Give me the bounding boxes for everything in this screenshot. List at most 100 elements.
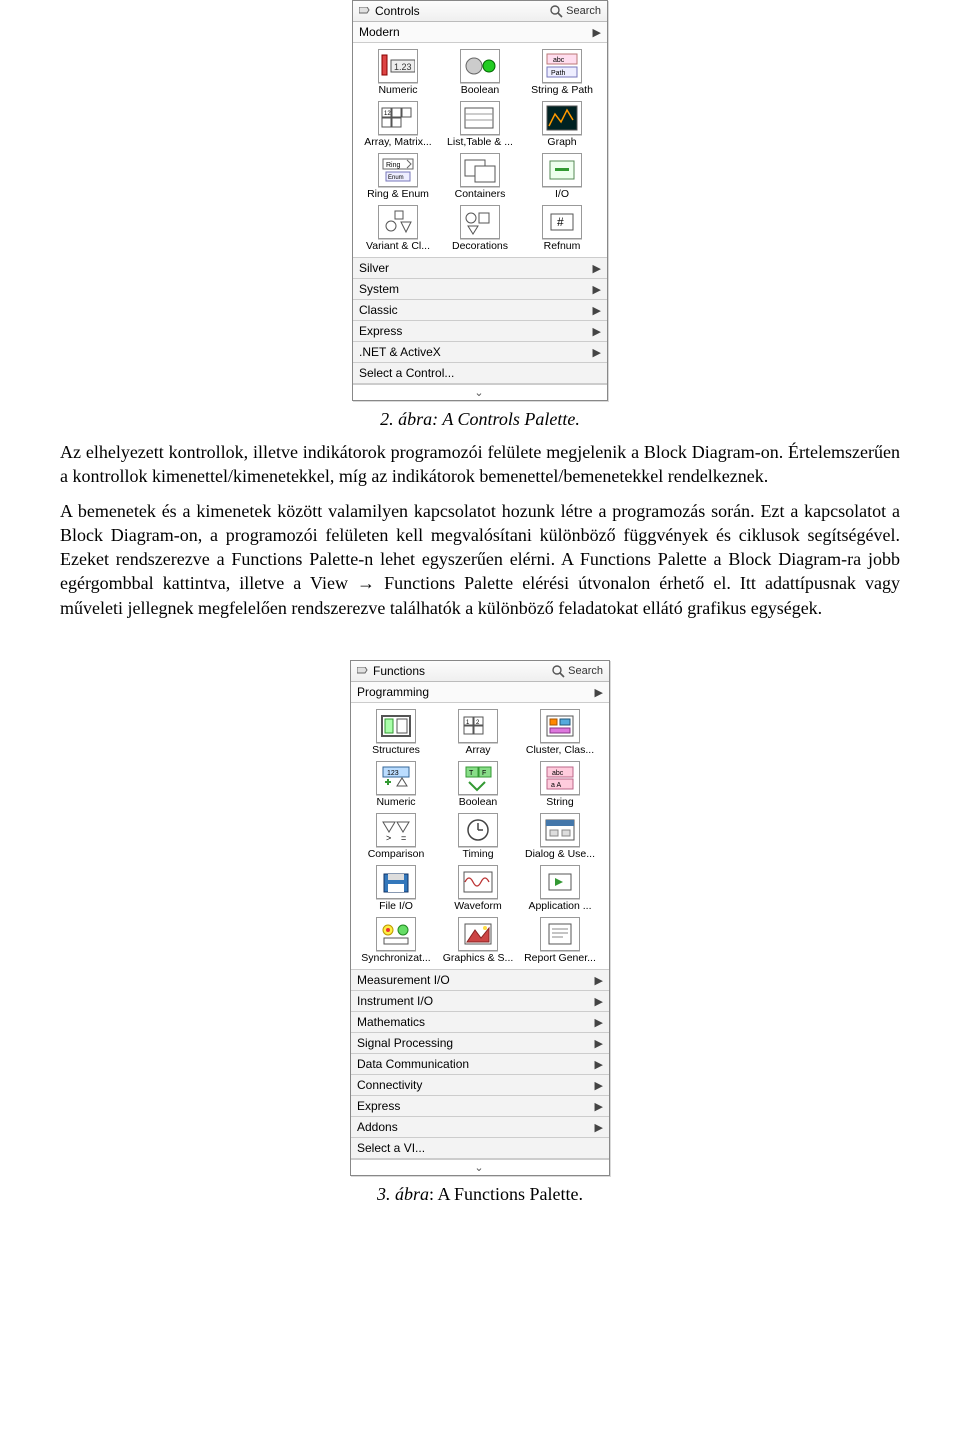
fnumeric-icon — [376, 761, 416, 795]
timing-icon — [458, 813, 498, 847]
item-label: List,Table & ... — [447, 137, 513, 151]
refnum-icon — [542, 205, 582, 239]
gfx-icon — [458, 917, 498, 951]
functions-item-fnumeric[interactable]: Numeric — [357, 761, 435, 811]
controls-item-list[interactable]: List,Table & ... — [441, 101, 519, 151]
chevron-right-icon: ▶ — [593, 283, 601, 296]
fileio-icon — [376, 865, 416, 899]
functions-item-fileio[interactable]: File I/O — [357, 865, 435, 915]
controls-item-array[interactable]: Array, Matrix... — [359, 101, 437, 151]
chevron-right-icon: ▶ — [595, 1121, 603, 1134]
search-button[interactable]: Search — [552, 665, 603, 678]
functions-item-fboolean[interactable]: Boolean — [439, 761, 517, 811]
chevron-right-icon: ▶ — [595, 686, 603, 699]
search-icon — [550, 5, 563, 18]
functions-item-fstring[interactable]: String — [521, 761, 599, 811]
subcategory-signal-processing[interactable]: Signal Processing ▶ — [351, 1033, 609, 1054]
item-label: Variant & Cl... — [366, 241, 430, 255]
item-label: Graphics & S... — [443, 953, 514, 967]
chevron-right-icon: ▶ — [595, 1037, 603, 1050]
fboolean-icon — [458, 761, 498, 795]
functions-item-timing[interactable]: Timing — [439, 813, 517, 863]
controls-item-numeric[interactable]: Numeric — [359, 49, 437, 99]
chevron-right-icon: ▶ — [593, 262, 601, 275]
subcategory-express[interactable]: Express▶ — [353, 321, 607, 342]
subcategory-label: Select a VI... — [357, 1141, 425, 1155]
list-icon — [460, 101, 500, 135]
subcategory-label: Select a Control... — [359, 366, 454, 380]
subcategory-data-communication[interactable]: Data Communication▶ — [351, 1054, 609, 1075]
expand-down-button[interactable]: ⌄ — [351, 1159, 609, 1175]
palette-title: Functions — [373, 664, 425, 678]
figure-3-rest: : A Functions Palette. — [429, 1184, 583, 1204]
subcategory-connectivity[interactable]: Connectivity▶ — [351, 1075, 609, 1096]
subcategory-select-a-vi[interactable]: Select a VI... — [351, 1138, 609, 1159]
functions-item-comp[interactable]: Comparison — [357, 813, 435, 863]
subcategory-label: Measurement I/O — [357, 973, 450, 987]
controls-item-io[interactable]: I/O — [523, 153, 601, 203]
item-label: Numeric — [376, 797, 415, 811]
subcategory-label: Connectivity — [357, 1078, 422, 1092]
functions-item-farray[interactable]: Array — [439, 709, 517, 759]
controls-item-boolean[interactable]: Boolean — [441, 49, 519, 99]
chevron-right-icon: ▶ — [593, 26, 601, 39]
subcategory-label: Classic — [359, 303, 398, 317]
controls-item-refnum[interactable]: Refnum — [523, 205, 601, 255]
controls-item-ring[interactable]: Ring & Enum — [359, 153, 437, 203]
paragraph-2: A bemenetek és a kimenetek között valami… — [60, 499, 900, 620]
graph-icon — [542, 101, 582, 135]
functions-item-app[interactable]: Application ... — [521, 865, 599, 915]
controls-item-string[interactable]: String & Path — [523, 49, 601, 99]
item-label: Containers — [455, 189, 506, 203]
subcategory-express[interactable]: Express▶ — [351, 1096, 609, 1117]
wave-icon — [458, 865, 498, 899]
subcategory-instrument-i-o[interactable]: Instrument I/O ▶ — [351, 991, 609, 1012]
functions-item-dialog[interactable]: Dialog & Use... — [521, 813, 599, 863]
subcategory-label: Instrument I/O — [357, 994, 433, 1008]
subcategory-label: Express — [357, 1099, 400, 1113]
item-label: Boolean — [461, 85, 500, 99]
search-label: Search — [566, 5, 601, 17]
subcategory-label: Addons — [357, 1120, 398, 1134]
struct-icon — [376, 709, 416, 743]
functions-item-sync[interactable]: Synchronizat... — [357, 917, 435, 967]
search-button[interactable]: Search — [550, 5, 601, 18]
palette-title-bar: Controls Search — [353, 1, 607, 22]
controls-item-variant[interactable]: Variant & Cl... — [359, 205, 437, 255]
decor-icon — [460, 205, 500, 239]
subcategory-mathematics[interactable]: Mathematics▶ — [351, 1012, 609, 1033]
item-label: File I/O — [379, 901, 413, 915]
controls-item-containers[interactable]: Containers — [441, 153, 519, 203]
array-icon — [378, 101, 418, 135]
subcategory-select-a-control[interactable]: Select a Control... — [353, 363, 607, 384]
subcategory-classic[interactable]: Classic ▶ — [353, 300, 607, 321]
subcategory-addons[interactable]: Addons ▶ — [351, 1117, 609, 1138]
subcategory-measurement-i-o[interactable]: Measurement I/O▶ — [351, 970, 609, 991]
subcategory-silver[interactable]: Silver▶ — [353, 258, 607, 279]
item-label: Structures — [372, 745, 420, 759]
controls-item-decor[interactable]: Decorations — [441, 205, 519, 255]
controls-item-graph[interactable]: Graph — [523, 101, 601, 151]
subcategory-net-activex[interactable]: .NET & ActiveX▶ — [353, 342, 607, 363]
pin-icon[interactable] — [357, 667, 369, 675]
subcategory-system[interactable]: System▶ — [353, 279, 607, 300]
chevron-right-icon: ▶ — [595, 995, 603, 1008]
pin-icon[interactable] — [359, 7, 371, 15]
dialog-icon — [540, 813, 580, 847]
category-modern[interactable]: Modern ▶ — [353, 22, 607, 43]
palette-title-bar: Functions Search — [351, 661, 609, 682]
chevron-right-icon: ▶ — [593, 304, 601, 317]
functions-item-report[interactable]: Report Gener... — [521, 917, 599, 967]
subcategory-label: Signal Processing — [357, 1036, 453, 1050]
expand-down-button[interactable]: ⌄ — [353, 384, 607, 400]
search-icon — [552, 665, 565, 678]
search-label: Search — [568, 665, 603, 677]
functions-item-gfx[interactable]: Graphics & S... — [439, 917, 517, 967]
io-icon — [542, 153, 582, 187]
functions-item-cluster[interactable]: Cluster, Clas... — [521, 709, 599, 759]
controls-palette: Controls Search Modern ▶ Numeric Boolean S… — [352, 0, 608, 401]
functions-item-struct[interactable]: Structures — [357, 709, 435, 759]
category-programming[interactable]: Programming ▶ — [351, 682, 609, 703]
functions-item-wave[interactable]: Waveform — [439, 865, 517, 915]
chevron-right-icon: ▶ — [593, 346, 601, 359]
